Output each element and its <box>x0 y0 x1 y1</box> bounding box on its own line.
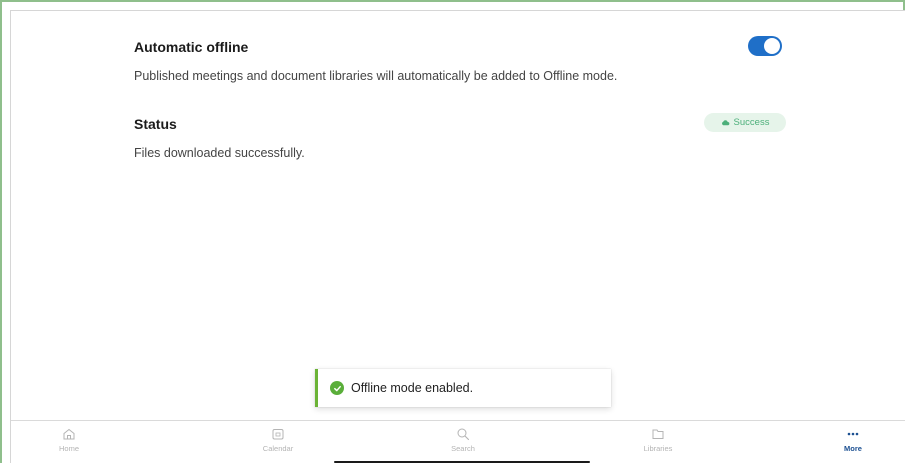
tab-home-label: Home <box>58 444 79 453</box>
status-badge: Success <box>704 113 786 132</box>
tab-calendar-label: Calendar <box>262 444 294 453</box>
calendar-icon <box>272 429 284 440</box>
automatic-offline-title: Automatic offline <box>134 39 249 55</box>
status-description: Files downloaded successfully. <box>134 146 305 160</box>
toggle-knob <box>764 38 780 54</box>
tab-more[interactable]: More <box>813 427 893 453</box>
search-icon <box>457 428 470 441</box>
tab-search-label: Search <box>451 444 475 453</box>
tab-search[interactable]: Search <box>423 427 503 453</box>
tab-libraries-label: Libraries <box>643 444 673 453</box>
tab-libraries[interactable]: Libraries <box>618 427 698 453</box>
automatic-offline-description: Published meetings and document librarie… <box>134 69 618 83</box>
status-badge-label: Success <box>733 117 770 128</box>
cloud-icon <box>721 120 729 126</box>
toast-notification: Offline mode enabled. <box>315 369 611 407</box>
bottom-tab-bar: Home Calendar Search Libraries More <box>11 420 905 464</box>
tab-calendar[interactable]: Calendar <box>238 427 318 453</box>
home-icon <box>63 428 75 440</box>
automatic-offline-toggle[interactable] <box>748 36 782 56</box>
check-circle-icon <box>330 381 344 395</box>
tab-home[interactable]: Home <box>29 427 109 453</box>
settings-screen: Automatic offline Published meetings and… <box>10 10 905 464</box>
toast-message: Offline mode enabled. <box>351 381 474 395</box>
status-title: Status <box>134 116 177 132</box>
tab-more-label: More <box>844 444 862 453</box>
more-dots-icon <box>847 432 859 436</box>
folder-icon <box>652 429 664 439</box>
